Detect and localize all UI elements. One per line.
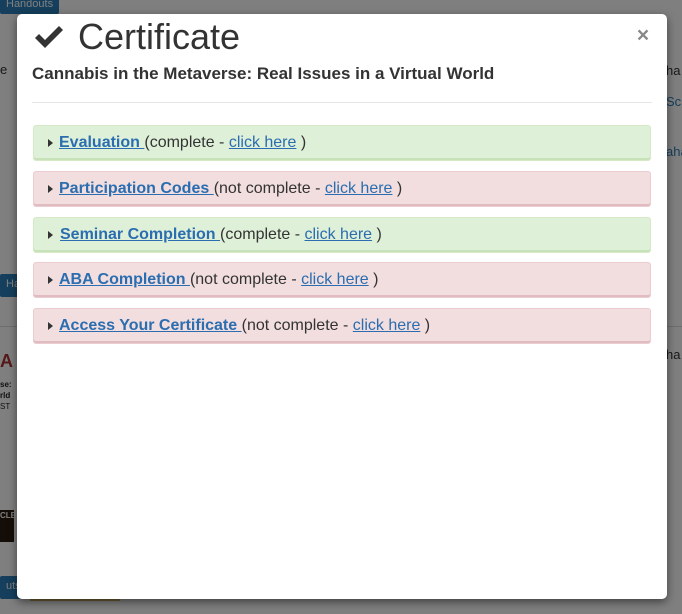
caret-right-icon [48, 276, 53, 284]
modal-title: Certificate [78, 16, 241, 57]
requirement-suffix: ) [368, 271, 379, 288]
requirement-row-access-certificate[interactable]: Access Your Certificate (not complete - … [33, 308, 651, 344]
caret-right-icon [48, 322, 53, 330]
click-here-link[interactable]: click here [301, 271, 369, 288]
requirement-row-seminar-completion[interactable]: Seminar Completion (complete - click her… [33, 217, 651, 253]
requirement-title[interactable]: Access Your Certificate [59, 317, 242, 334]
requirement-suffix: ) [392, 180, 403, 197]
click-here-link[interactable]: click here [229, 134, 297, 151]
requirement-status: (not complete - [189, 271, 302, 288]
requirement-status: (complete - [220, 226, 305, 243]
click-here-link[interactable]: click here [353, 317, 421, 334]
caret-right-icon [48, 139, 53, 147]
requirement-status: (not complete - [213, 180, 325, 197]
header-divider [32, 102, 652, 103]
requirement-suffix: ) [296, 134, 307, 151]
requirement-title[interactable]: Seminar Completion [60, 226, 220, 243]
requirement-row-participation-codes[interactable]: Participation Codes (not complete - clic… [33, 171, 651, 207]
checkmark-icon [35, 26, 63, 48]
requirement-status: (not complete - [241, 317, 353, 334]
requirement-title[interactable]: Evaluation [59, 134, 144, 151]
requirement-row-evaluation[interactable]: Evaluation (complete - click here ) [33, 125, 651, 161]
requirement-title[interactable]: ABA Completion [59, 271, 190, 288]
requirement-suffix: ) [420, 317, 431, 334]
click-here-link[interactable]: click here [325, 180, 393, 197]
caret-right-icon [48, 185, 53, 193]
requirement-suffix: ) [372, 226, 382, 243]
title-row: Certificate × [32, 16, 652, 57]
close-button[interactable]: × [634, 24, 652, 48]
requirement-status: (complete - [144, 134, 229, 151]
certificate-modal: Certificate × Cannabis in the Metaverse:… [17, 14, 667, 599]
caret-right-icon [48, 231, 53, 239]
click-here-link[interactable]: click here [305, 226, 373, 243]
requirement-row-aba-completion[interactable]: ABA Completion (not complete - click her… [33, 262, 651, 298]
seminar-title: Cannabis in the Metaverse: Real Issues i… [32, 64, 495, 83]
requirement-title[interactable]: Participation Codes [59, 180, 214, 197]
